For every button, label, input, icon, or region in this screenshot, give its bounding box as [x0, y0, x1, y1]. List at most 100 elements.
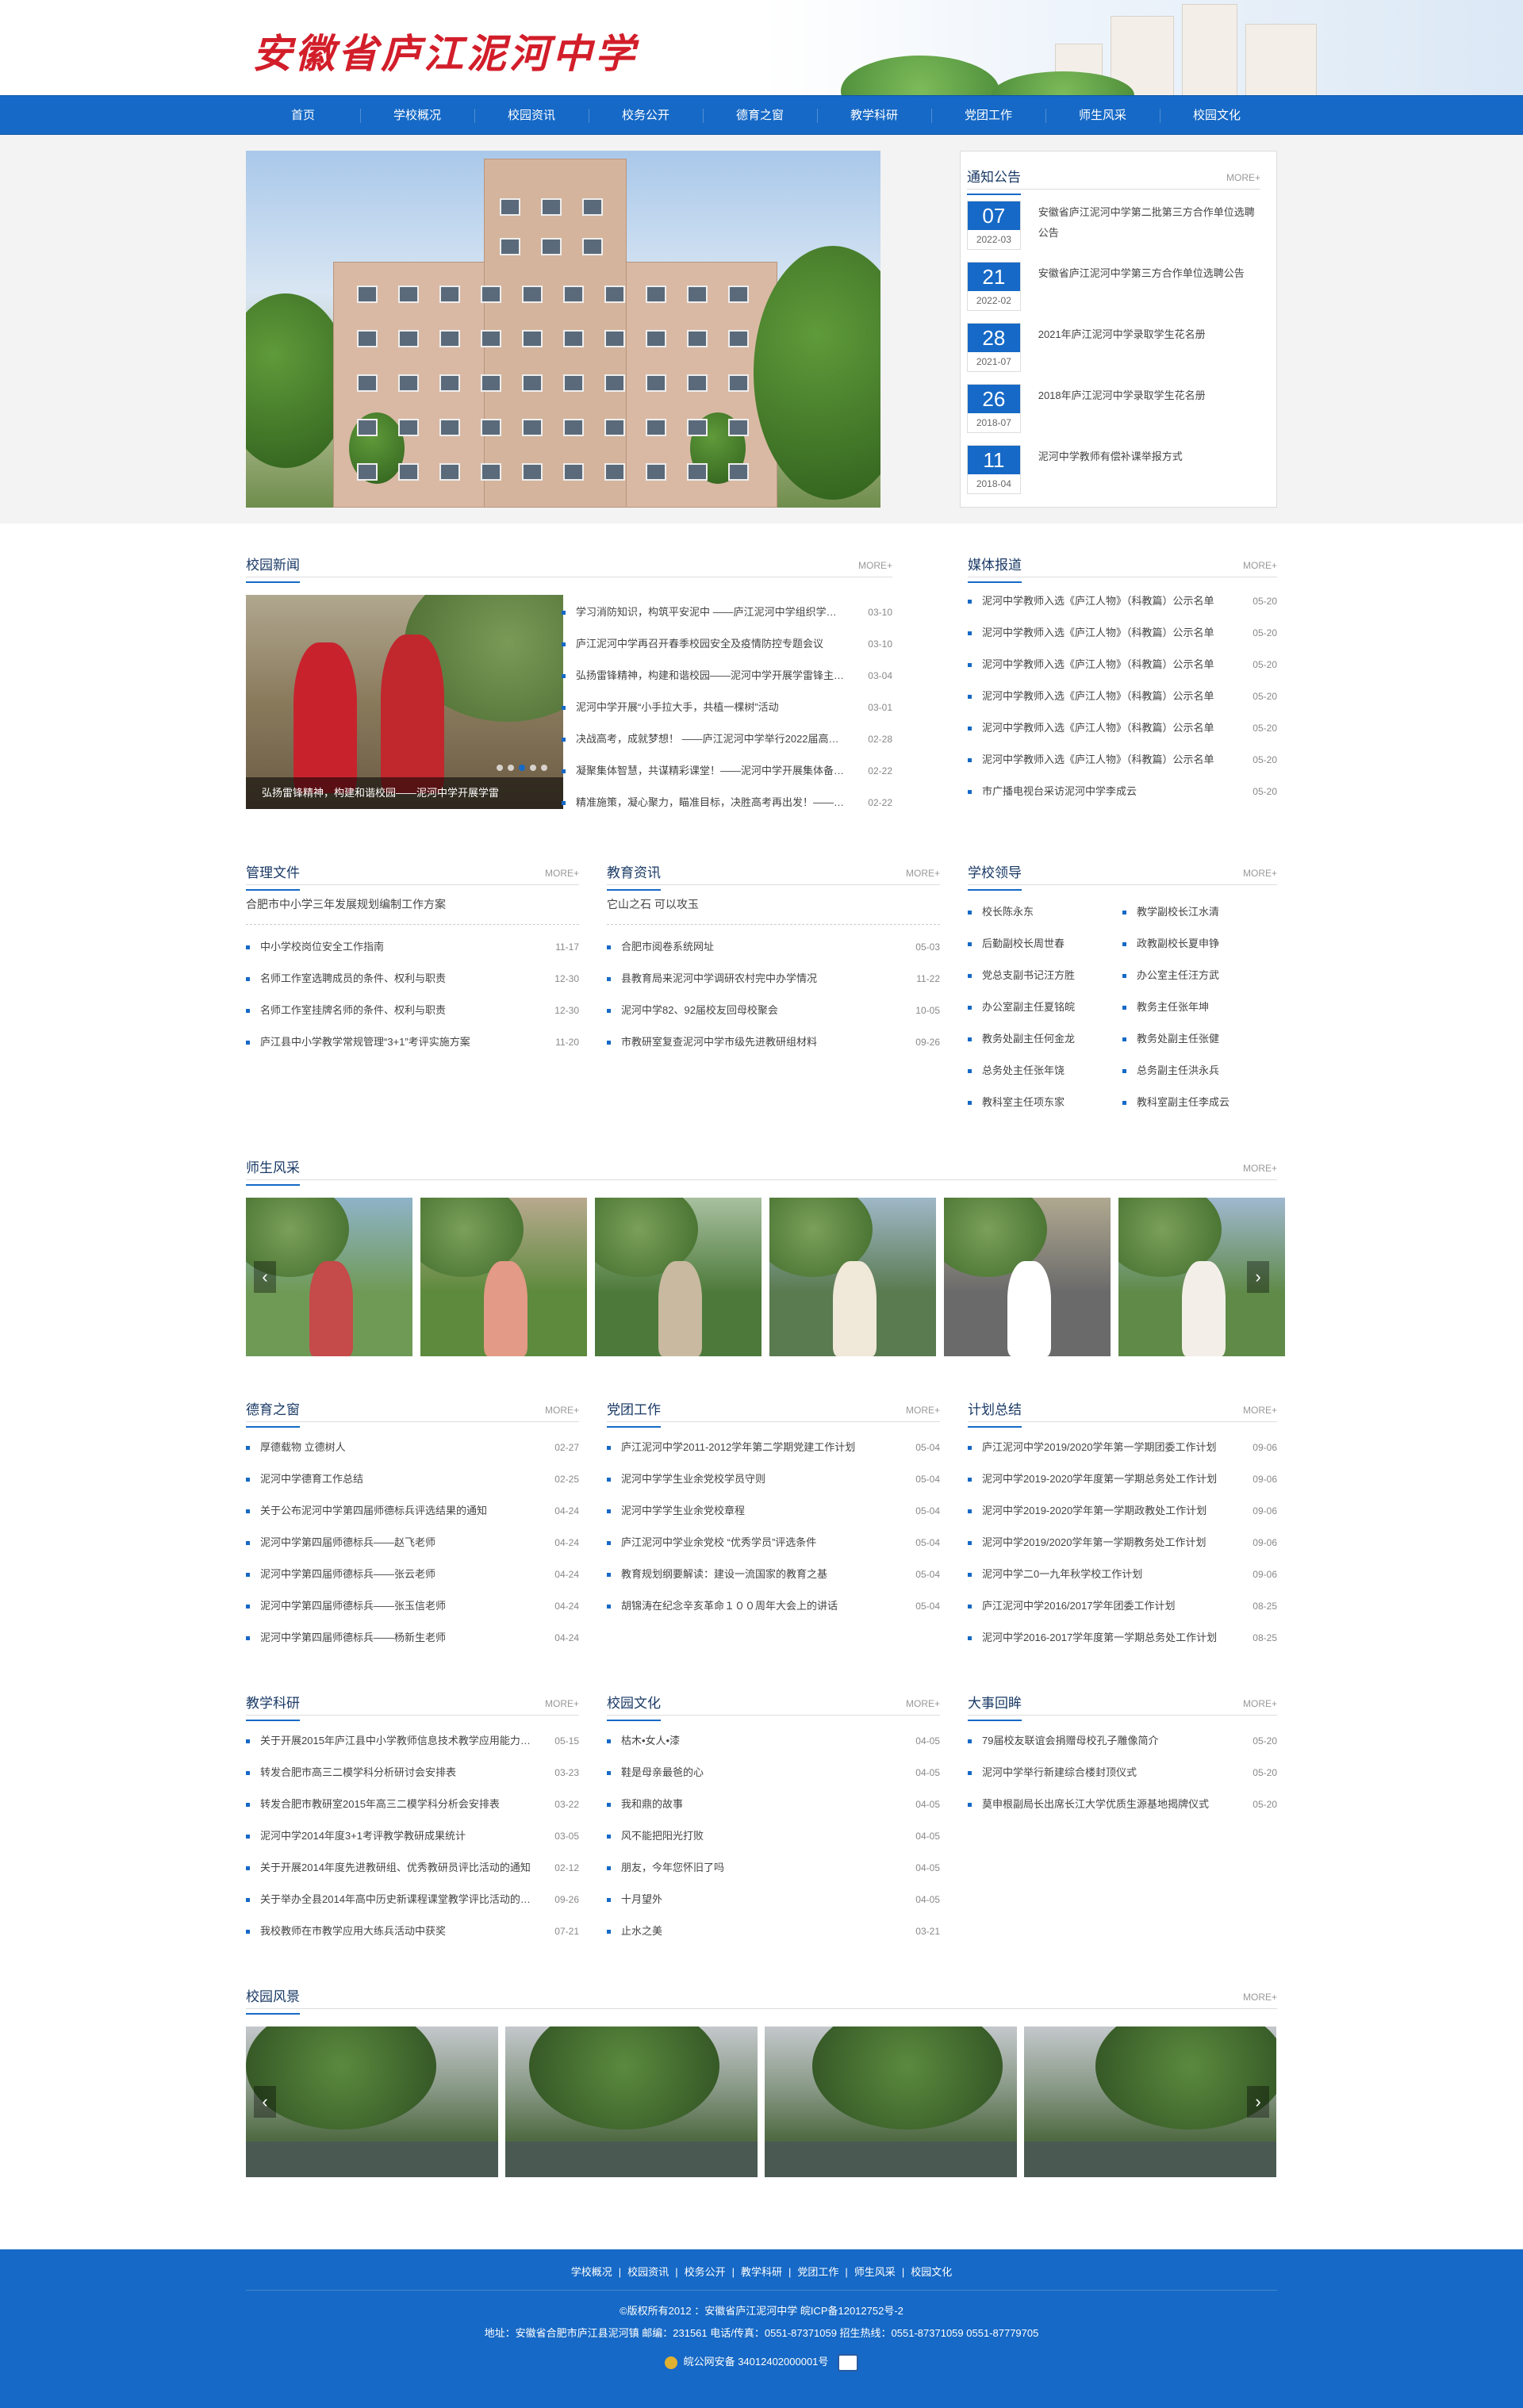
- list-item-title[interactable]: 泥河中学2016-2017学年度第一学期总务处工作计划: [982, 1622, 1217, 1654]
- nav-item[interactable]: 校园文化: [1160, 96, 1274, 136]
- list-item-title[interactable]: 中小学校岗位安全工作指南: [260, 931, 384, 963]
- notice-item[interactable]: 21 2022-02 安徽省庐江泥河中学第三方合作单位选聘公告: [967, 262, 1260, 321]
- list-item[interactable]: 泥河中学第四届师德标兵——张玉信老师 04-24: [246, 1590, 579, 1622]
- list-item-title[interactable]: 泥河中学教师入选《庐江人物》（科教篇）公示名单: [982, 744, 1214, 776]
- nav-item[interactable]: 师生风采: [1045, 96, 1160, 136]
- list-item-title[interactable]: 十月望外: [621, 1884, 662, 1915]
- leader-item[interactable]: 办公室主任汪方武: [1122, 960, 1277, 991]
- list-item-title[interactable]: 泥河中学教师入选《庐江人物》（科教篇）公示名单: [982, 649, 1214, 681]
- gallery-next-icon[interactable]: ›: [1247, 1261, 1269, 1293]
- list-item-title[interactable]: 县教育局来泥河中学调研农村完中办学情况: [621, 963, 817, 995]
- list-item-title[interactable]: 风不能把阳光打败: [621, 1820, 704, 1852]
- list-item-title[interactable]: 泥河中学第三届高中男子篮球赛圆满结束: [621, 1058, 807, 1060]
- scenery-photo[interactable]: [1024, 2026, 1276, 2177]
- site-logo[interactable]: 安徽省庐江泥河中学: [252, 22, 638, 79]
- list-item-title[interactable]: 庐江泥河中学2011-2012学年第二学期党建工作计划: [621, 1432, 855, 1463]
- list-item-title[interactable]: 泥河中学第四届师德标兵——杨新生老师: [260, 1622, 446, 1654]
- leader-item[interactable]: 教务处副主任张健: [1122, 1023, 1277, 1055]
- list-item-title[interactable]: 转发合肥市教研室2015年高三二模学科分析会安排表: [260, 1789, 500, 1820]
- leader-item[interactable]: 教务主任张年坤: [1122, 991, 1277, 1023]
- list-item[interactable]: 庐江泥河中学业余党校 “优秀学员”评选条件 05-04: [607, 1527, 940, 1559]
- gallery-photo[interactable]: [420, 1198, 587, 1356]
- list-item[interactable]: 胡锦涛在纪念辛亥革命１００周年大会上的讲话 05-04: [607, 1590, 940, 1622]
- campus-news-more-link[interactable]: MORE+: [858, 560, 892, 571]
- list-item-title[interactable]: 鞋是母亲最爸的心: [621, 1757, 704, 1789]
- list-item-title[interactable]: 名师工作室选聘成员的条件、权利与职责: [260, 963, 446, 995]
- notice-text[interactable]: 安徽省庐江泥河中学第三方合作单位选聘公告: [1038, 262, 1260, 284]
- list-item-title[interactable]: 我和鼎的故事: [621, 1789, 683, 1820]
- list-item[interactable]: 泥河中学82、92届校友回母校聚会 10-05: [607, 995, 940, 1026]
- list-item-title[interactable]: 泥河中学第四届师德标兵——张玉信老师: [260, 1590, 446, 1622]
- leaders-more-link[interactable]: MORE+: [1243, 868, 1277, 879]
- list-item-title[interactable]: 泥河中学教师入选《庐江人物》（科教篇）公示名单: [982, 585, 1214, 617]
- list-item-title[interactable]: 泥河中学开展“小手拉大手，共植一棵树”活动: [576, 692, 779, 723]
- list-item[interactable]: 泥河中学第四届师德标兵——张云老师 04-24: [246, 1559, 579, 1590]
- hero-carousel[interactable]: [246, 151, 880, 508]
- list-item-title[interactable]: 市广播电视台采访泥河中学李成云: [982, 776, 1137, 807]
- list-item-title[interactable]: 名师工作室挂牌名师的条件、权利与职责: [260, 995, 446, 1026]
- leader-item[interactable]: 总务副主任洪永兵: [1122, 1055, 1277, 1087]
- gallery-photo[interactable]: [769, 1198, 936, 1356]
- gallery-more-link[interactable]: MORE+: [1243, 1163, 1277, 1174]
- list-item[interactable]: 关于公布泥河中学第四届师德标兵评选结果的通知 04-24: [246, 1495, 579, 1527]
- notice-item[interactable]: 11 2018-04 泥河中学教师有偿补课举报方式: [967, 445, 1260, 504]
- list-item-title[interactable]: 泥河中学二0一九年秋学校工作计划: [982, 1559, 1142, 1590]
- gallery-photo[interactable]: [944, 1198, 1111, 1356]
- list-item[interactable]: 泥河中学第三届高中男子篮球赛圆满结束 05-24: [607, 1058, 940, 1060]
- notice-item[interactable]: 28 2021-07 2021年庐江泥河中学录取学生花名册: [967, 323, 1260, 382]
- media-more-link[interactable]: MORE+: [1243, 560, 1277, 571]
- scenery-next-icon[interactable]: ›: [1247, 2086, 1269, 2118]
- notice-more-link[interactable]: MORE+: [1226, 172, 1260, 183]
- list-item-title[interactable]: 学习消防知识，构筑平安泥中 ——庐江泥河中学组织学生收看消防安全教育专题节目: [576, 596, 845, 628]
- list-item[interactable]: 泥河中学教师入选《庐江人物》（科教篇）公示名单 05-20: [968, 585, 1277, 617]
- list-item-title[interactable]: 关于举办全县2014年高中历史新课程课堂教学评比活动的通知: [260, 1884, 531, 1915]
- footer-link[interactable]: 学校概况: [571, 2266, 612, 2278]
- list-item[interactable]: 关于开展2014年度先进教研组、优秀教研员评比活动的通知 02-12: [246, 1852, 579, 1884]
- list-item[interactable]: 决战高考，成就梦想！ ——庐江泥河中学举行2022届高考百日誓师大会 02-28: [562, 723, 892, 755]
- party-more-link[interactable]: MORE+: [906, 1405, 940, 1416]
- slide-dot[interactable]: [541, 765, 547, 771]
- list-item[interactable]: 庐江泥河中学2011-2012学年第二学期党建工作计划 05-04: [607, 1432, 940, 1463]
- list-item[interactable]: 泥河中学教师入选《庐江人物》（科教篇）公示名单 05-20: [968, 617, 1277, 649]
- list-item[interactable]: 泥河中学2016-2017学年度第一学期总务处工作计划 08-25: [968, 1622, 1277, 1654]
- footer-link[interactable]: 校务公开: [685, 2266, 726, 2278]
- list-item[interactable]: 止水之美 03-21: [607, 1915, 940, 1947]
- list-item[interactable]: 庐江泥河中学再召开春季校园安全及疫情防控专题会议 03-10: [562, 628, 892, 660]
- list-item[interactable]: 泥河中学2019/2020学年第一学期教务处工作计划 09-06: [968, 1527, 1277, 1559]
- gallery-photo[interactable]: [595, 1198, 762, 1356]
- list-item-title[interactable]: 关于开展2015年庐江县中小学教师信息技术教学应用能力比赛的通知: [260, 1725, 531, 1757]
- list-item[interactable]: 转发合肥市教研室2015年高三二模学科分析会安排表 03-22: [246, 1789, 579, 1820]
- plan-more-link[interactable]: MORE+: [1243, 1405, 1277, 1416]
- list-item[interactable]: 泥河中学2014年度3+1考评教学教研成果统计 03-05: [246, 1820, 579, 1852]
- list-item[interactable]: 教育规划纲要解读：建设一流国家的教育之基 05-04: [607, 1559, 940, 1590]
- list-item[interactable]: 县教育局来泥河中学调研农村完中办学情况 11-22: [607, 963, 940, 995]
- list-item[interactable]: 厚德载物 立德树人 02-27: [246, 1432, 579, 1463]
- list-item[interactable]: 市广播电视台采访泥河中学李成云 05-20: [968, 776, 1277, 807]
- list-item-title[interactable]: 泥河中学2019-2020学年第一学期政教处工作计划: [982, 1495, 1207, 1527]
- list-item[interactable]: 安徽省人民政府关于加强教师队伍建设的意见 11-20: [246, 1058, 579, 1060]
- list-item[interactable]: 我和鼎的故事 04-05: [607, 1789, 940, 1820]
- slideshow-caption[interactable]: 弘扬雷锋精神，构建和谐校园——泥河中学开展学雷: [246, 777, 563, 809]
- events-more-link[interactable]: MORE+: [1243, 1698, 1277, 1709]
- list-item[interactable]: 中小学校岗位安全工作指南 11-17: [246, 931, 579, 963]
- moral-more-link[interactable]: MORE+: [545, 1405, 579, 1416]
- gallery-prev-icon[interactable]: ‹: [254, 1261, 276, 1293]
- list-item[interactable]: 泥河中学2019-2020学年度第一学期总务处工作计划 09-06: [968, 1463, 1277, 1495]
- list-item-title[interactable]: 转发合肥市高三二模学科分析研讨会安排表: [260, 1757, 456, 1789]
- list-item-title[interactable]: 关于公布泥河中学第四届师德标兵评选结果的通知: [260, 1495, 487, 1527]
- notice-item[interactable]: 07 2022-03 安徽省庐江泥河中学第二批第三方合作单位选聘公告: [967, 201, 1260, 260]
- list-item[interactable]: 名师工作室挂牌名师的条件、权利与职责 12-30: [246, 995, 579, 1026]
- list-item[interactable]: 学习消防知识，构筑平安泥中 ——庐江泥河中学组织学生收看消防安全教育专题节目 03…: [562, 596, 892, 628]
- campus-news-slideshow[interactable]: 弘扬雷锋精神，构建和谐校园——泥河中学开展学雷: [246, 595, 563, 809]
- scenery-photo[interactable]: [765, 2026, 1017, 2177]
- slide-dot[interactable]: [497, 765, 503, 771]
- slide-dot[interactable]: [508, 765, 514, 771]
- list-item[interactable]: 十月望外 04-05: [607, 1884, 940, 1915]
- list-item[interactable]: 泥河中学第四届师德标兵——赵飞老师 04-24: [246, 1527, 579, 1559]
- list-item[interactable]: 泥河中学开展“小手拉大手，共植一棵树”活动 03-01: [562, 692, 892, 723]
- list-item-title[interactable]: 我校教师在市教学应用大练兵活动中获奖: [260, 1915, 446, 1947]
- list-item[interactable]: 风不能把阳光打败 04-05: [607, 1820, 940, 1852]
- list-item[interactable]: 庐江泥河中学2019/2020学年第一学期团委工作计划 09-06: [968, 1432, 1277, 1463]
- list-item-title[interactable]: 莫申根副局长出席长江大学优质生源基地揭牌仪式: [982, 1789, 1209, 1820]
- notice-text[interactable]: 安徽省庐江泥河中学第二批第三方合作单位选聘公告: [1038, 201, 1260, 243]
